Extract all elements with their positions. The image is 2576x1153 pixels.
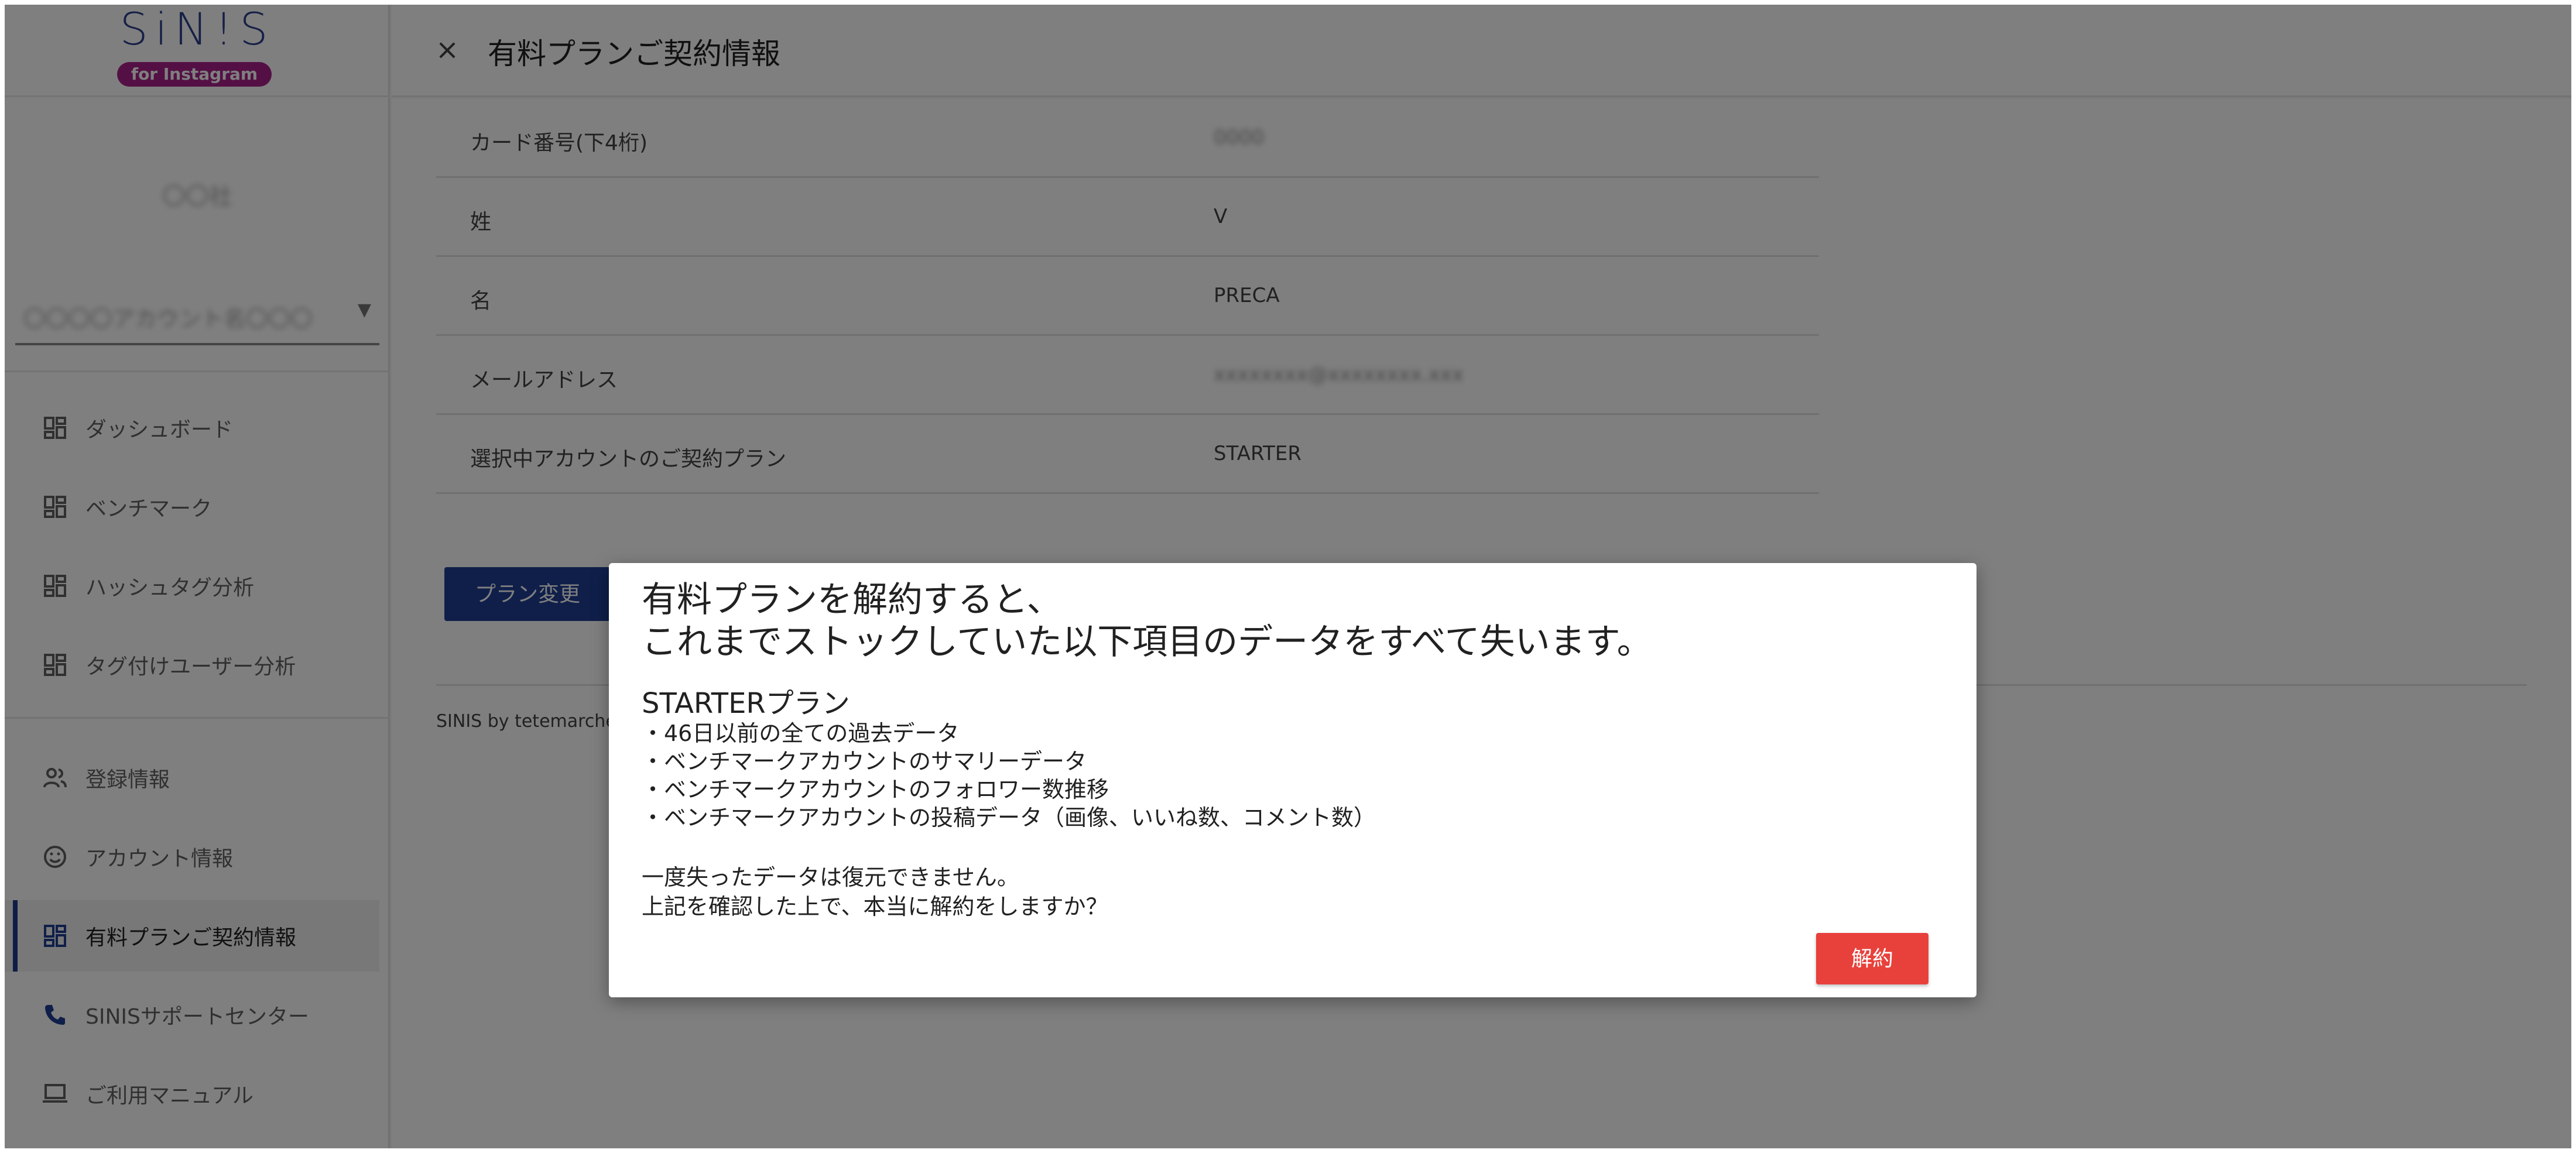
dialog-list-item: ・ベンチマークアカウントのサマリーデータ — [642, 749, 1087, 774]
dialog-list-item: ・ベンチマークアカウントの投稿データ（画像、いいね数、コメント数） — [642, 805, 1376, 831]
app-window: SiN!S for Instagram 〇〇社 〇〇〇〇アカウント名〇〇〇 ▼ … — [5, 5, 2571, 1148]
dialog-heading: これまでストックしていた以下項目のデータをすべて失います。 — [642, 622, 1652, 663]
cancel-confirmation-dialog: 有料プランを解約すると、 これまでストックしていた以下項目のデータをすべて失いま… — [609, 563, 1976, 997]
dialog-confirm-question: 上記を確認した上で、本当に解約をしますか？ — [642, 894, 1108, 919]
dialog-list-item: ・46日以前の全ての過去データ — [642, 720, 960, 746]
cancel-contract-button[interactable]: 解約 — [1816, 933, 1928, 984]
dialog-warning-text: 一度失ったデータは復元できません。 — [642, 864, 1019, 890]
dialog-list-item: ・ベンチマークアカウントのフォロワー数推移 — [642, 777, 1109, 802]
